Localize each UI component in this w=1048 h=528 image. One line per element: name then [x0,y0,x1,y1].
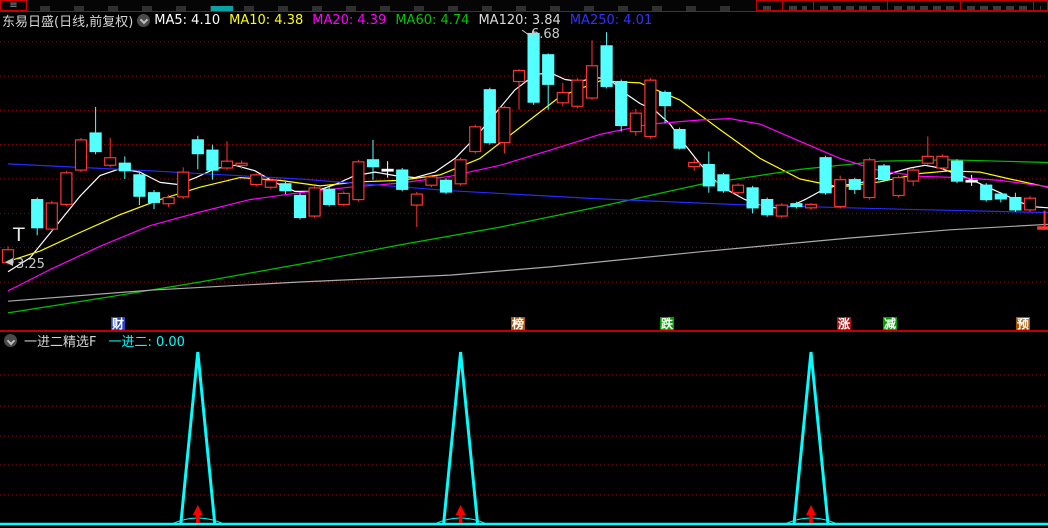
signal-spike [792,351,830,525]
chart-watermark-button-财[interactable]: 财 [111,317,125,331]
high-label-tick [521,29,530,36]
candle-body [483,89,496,144]
buy-signal-arrow-icon [455,505,466,523]
candle-body [877,165,891,181]
candle-body [133,174,146,197]
candle-body [921,155,934,164]
candle-body [118,162,131,172]
candle-body [761,198,774,216]
candle-body [206,149,219,171]
candle-body [264,179,277,188]
candle-body [527,32,540,103]
candle-body [293,194,307,219]
candle-body [191,139,204,155]
candle-body [556,91,569,104]
candle-body [250,174,263,186]
candle-body [410,193,423,206]
candle-body [60,172,73,206]
candle-body [863,159,876,199]
candle-body [907,169,920,182]
signal-spike [179,351,217,525]
candle-body [702,163,715,187]
candle-body [848,179,861,190]
low-price-label: 3.25 [16,257,45,272]
candle-body [1023,197,1037,211]
candle-body [688,161,701,168]
candle-body [731,184,745,194]
candle-body [673,128,686,149]
indicator-name: 一进二精选F [24,335,97,350]
candle-body [775,204,788,217]
candle-body [571,79,584,107]
chart-watermark-button-减[interactable]: 减 [883,317,897,331]
chevron-down-icon[interactable] [4,334,17,347]
candle-body [177,171,190,198]
candle-body [950,160,964,182]
candle-body [819,157,832,194]
chart-watermark-button-预[interactable]: 预 [1016,317,1030,331]
ma-line-ma120 [7,223,1048,302]
candle-body [746,187,759,209]
candle-body [498,107,511,144]
t-marker: T [12,224,25,246]
candle-body [235,162,248,166]
candle-body [994,193,1007,200]
candle-body [834,179,847,208]
candle-body [337,192,350,206]
candle-body [162,196,175,205]
high-price-label: 6.68 [531,27,560,42]
candle-body [396,169,409,190]
chart-watermark-button-榜[interactable]: 榜 [511,317,525,331]
candle-body [542,54,555,85]
trading-app-window: ≡ 东易日盛(日线,前复权) MA5: 4.10 MA10: 4.38 MA20: … [0,0,1048,528]
candle-body [366,159,380,168]
candle-body [469,126,482,153]
chart-watermark-button-跌[interactable]: 跌 [660,317,674,331]
candle-body [308,187,321,217]
candle-body [381,168,394,172]
candle-body [279,183,292,192]
buy-signal-arrow-icon [806,505,816,523]
candle-body [147,192,161,203]
candle-body [644,79,657,138]
candle-body [512,69,526,83]
candle-body [790,203,803,208]
candle-body [658,91,672,107]
candle-body [323,188,336,206]
candle-body [220,160,234,169]
candle-body [31,198,44,229]
last-bar-foot [1037,226,1048,230]
candle-body [965,179,978,183]
indicator-value: 一进二: 0.00 [108,335,185,350]
candle-body [439,179,453,193]
candle-body [45,202,58,230]
candle-body [600,45,613,87]
chart-watermark-button-涨[interactable]: 涨 [837,317,851,331]
candle-body [1009,196,1022,211]
candle-body [980,184,993,201]
candle-body [104,157,117,166]
candle-body [615,80,628,127]
candle-body [352,161,365,201]
candle-body [74,139,88,171]
candle-body [717,174,730,192]
candle-body [629,112,642,133]
candle-body [585,65,599,99]
ma-line-ma250 [7,163,1048,214]
candle-body [454,159,467,185]
signal-spike [442,351,480,525]
candle-body [425,176,438,186]
candle-body [89,132,102,153]
buy-signal-arrow-icon [192,505,203,523]
candle-body [804,203,818,209]
candlestick-and-indicator-canvas: 6.68 3.25 T [0,27,1048,526]
indicator-header: 一进二精选F 一进二: 0.00 [0,333,1048,350]
candle-body [936,155,949,169]
candle-body [892,177,905,197]
